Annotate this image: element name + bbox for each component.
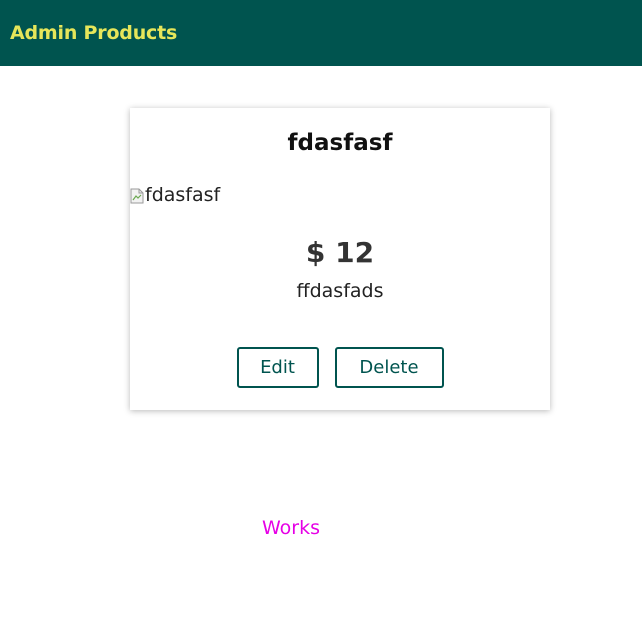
product-price: $ 12 <box>305 236 375 269</box>
edit-button[interactable]: Edit <box>236 347 319 388</box>
product-card: fdasfasf fdasfasf $ 12 ffdasfads Edit De… <box>130 108 550 410</box>
product-description: ffdasfads <box>296 280 384 302</box>
app-header: Admin Products <box>0 0 642 66</box>
product-image: fdasfasf <box>130 184 220 206</box>
product-actions: Edit Delete <box>130 347 550 388</box>
product-title: fdasfasf <box>287 130 393 156</box>
broken-image-icon <box>130 187 144 204</box>
header-title-link[interactable]: Admin Products <box>10 22 177 44</box>
status-text: Works <box>262 517 321 539</box>
product-image-alt-text: fdasfasf <box>145 184 221 206</box>
delete-button[interactable]: Delete <box>334 347 444 388</box>
